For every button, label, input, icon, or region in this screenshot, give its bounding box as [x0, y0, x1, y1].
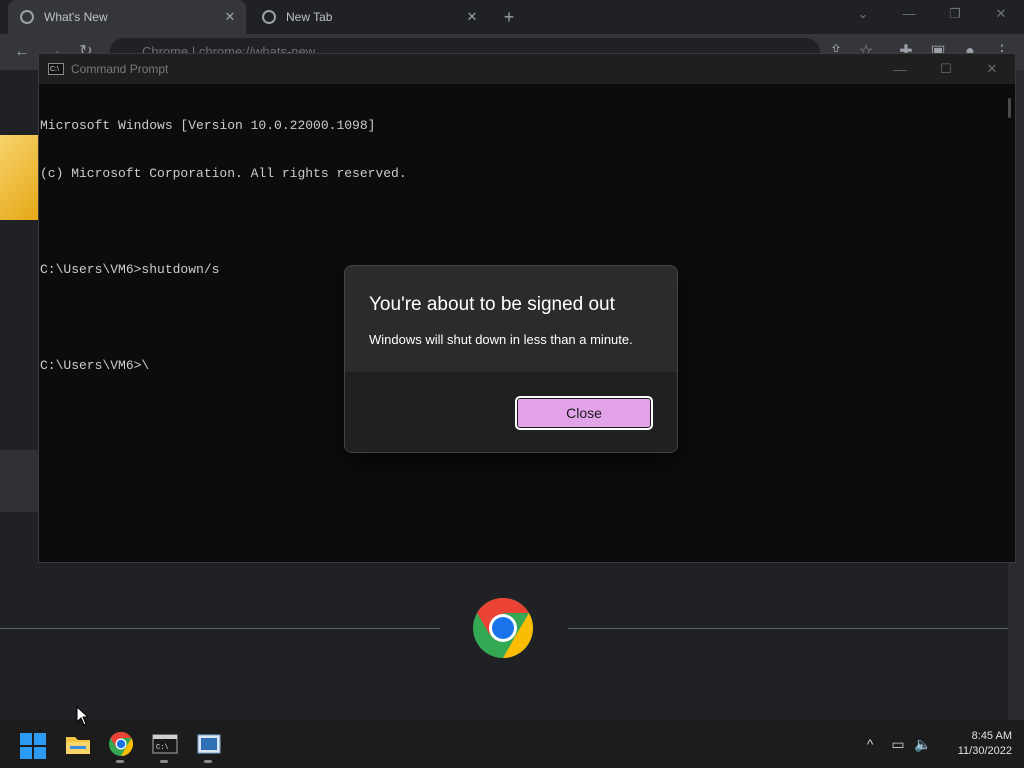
- chrome-icon[interactable]: [107, 730, 135, 758]
- taskbar: C:\ ^ ▭ 🔈 8:45 AM 11/30/2022: [0, 720, 1024, 768]
- dialog-message: Windows will shut down in less than a mi…: [369, 332, 633, 347]
- chrome-favicon-icon: [20, 10, 34, 24]
- command-prompt-icon[interactable]: C:\: [151, 730, 179, 758]
- tab-new-tab[interactable]: New Tab ✕: [250, 0, 488, 34]
- sign-out-dialog: You're about to be signed out Windows wi…: [344, 265, 678, 453]
- new-tab-plus-icon[interactable]: +: [498, 6, 520, 28]
- close-button[interactable]: Close: [515, 396, 653, 430]
- show-hidden-icons-chevron-icon[interactable]: ^: [860, 720, 880, 768]
- file-explorer-icon[interactable]: [64, 730, 92, 758]
- cmd-scrollbar-thumb[interactable]: [1008, 98, 1011, 118]
- chrome-tabstrip: What's New ✕ New Tab ✕ + ⌄ — ❐ ✕: [0, 0, 1024, 34]
- cmd-titlebar[interactable]: C:\ Command Prompt — ☐ ✕: [39, 54, 1015, 84]
- app-icon[interactable]: [195, 730, 223, 758]
- clock-date: 11/30/2022: [957, 745, 1012, 757]
- tab-title: What's New: [44, 10, 108, 24]
- minimize-icon[interactable]: —: [877, 62, 923, 77]
- network-icon[interactable]: ▭: [888, 720, 908, 768]
- maximize-icon[interactable]: ☐: [923, 61, 969, 77]
- tab-title: New Tab: [286, 10, 333, 24]
- running-indicator: [160, 760, 168, 763]
- chrome-logo-icon: [473, 598, 534, 658]
- running-indicator: [116, 760, 124, 763]
- whats-new-illustration: [0, 135, 38, 220]
- dialog-title: You're about to be signed out: [369, 294, 615, 315]
- dialog-footer: Close: [345, 372, 677, 452]
- close-window-icon[interactable]: ✕: [969, 61, 1015, 77]
- minimize-icon[interactable]: —: [886, 6, 932, 28]
- cmd-app-icon: C:\: [48, 63, 64, 75]
- divider-right: [568, 628, 1008, 629]
- running-indicator: [204, 760, 212, 763]
- tab-whats-new[interactable]: What's New ✕: [8, 0, 246, 34]
- system-clock[interactable]: 8:45 AM 11/30/2022: [940, 729, 1012, 759]
- clock-time: 8:45 AM: [971, 730, 1012, 742]
- close-tab-icon[interactable]: ✕: [462, 9, 482, 25]
- cmd-line: (c) Microsoft Corporation. All rights re…: [40, 166, 407, 181]
- svg-text:C:\: C:\: [156, 744, 169, 752]
- tab-search-chevron-icon[interactable]: ⌄: [840, 6, 886, 28]
- back-arrow-icon[interactable]: ←: [12, 42, 32, 62]
- restore-icon[interactable]: ❐: [932, 6, 978, 28]
- chrome-favicon-icon: [262, 10, 276, 24]
- cmd-title: Command Prompt: [71, 62, 169, 76]
- volume-icon[interactable]: 🔈: [912, 720, 934, 768]
- cmd-line: ​: [40, 214, 407, 230]
- cmd-line: Microsoft Windows [Version 10.0.22000.10…: [40, 118, 376, 133]
- start-icon[interactable]: [20, 733, 46, 759]
- mouse-cursor-icon: [76, 706, 88, 726]
- whats-new-card: [0, 450, 38, 512]
- close-window-icon[interactable]: ✕: [978, 6, 1024, 28]
- close-tab-icon[interactable]: ✕: [220, 9, 240, 25]
- divider-left: [0, 628, 440, 629]
